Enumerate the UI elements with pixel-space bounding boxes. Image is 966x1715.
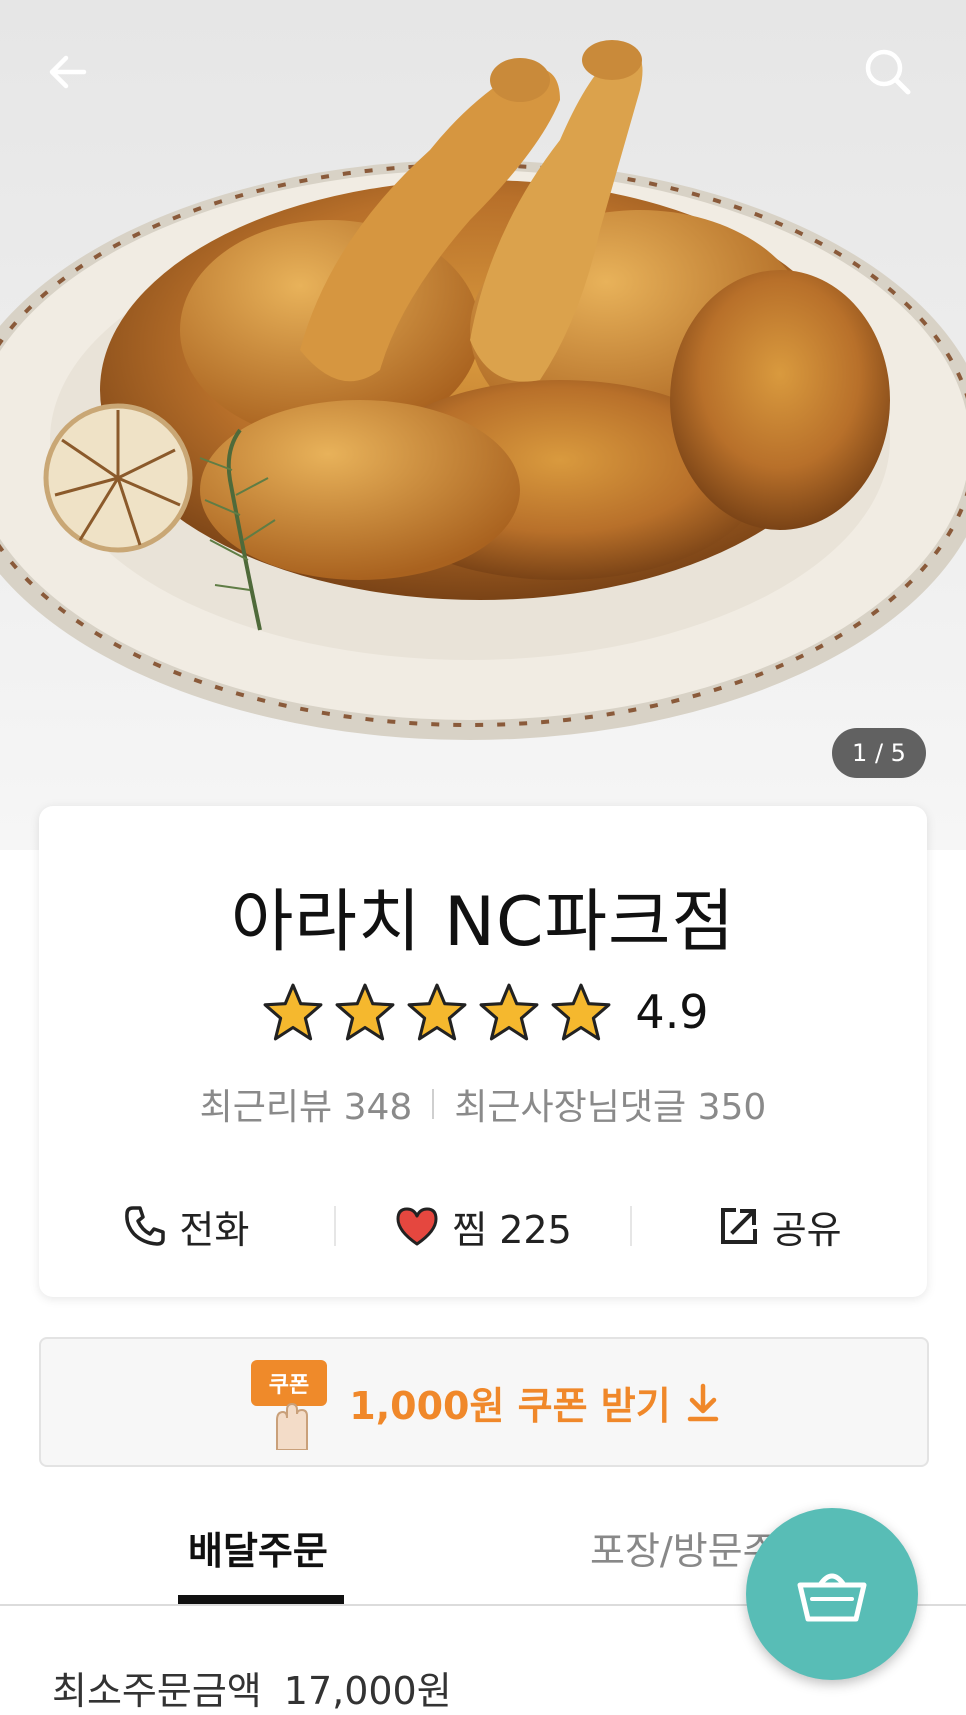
rating-row: 4.9 [39,982,927,1042]
like-label: 찜 225 [452,1207,572,1252]
min-order-amount: 17,000원 [283,1669,452,1713]
tab-delivery[interactable]: 배달주문 [188,1520,328,1575]
active-tab-indicator [178,1595,344,1604]
call-label: 전화 [179,1207,250,1252]
coupon-label: 1,000원 쿠폰 받기 [349,1383,671,1428]
action-row: 전화 찜 225 공유 [39,1186,927,1266]
recent-reviews-link[interactable]: 최근리뷰 348 [200,1078,413,1130]
star-icon [551,983,611,1041]
star-icon [407,983,467,1041]
phone-icon [125,1206,166,1246]
call-button[interactable]: 전화 [39,1199,334,1254]
review-stats: 최근리뷰 348 최근사장님댓글 350 [39,1078,927,1130]
store-info-card: 아라치 NC파크점 4.9 최근리뷰 348 최근사장님댓글 350 전화 찜 … [39,806,927,1297]
like-button[interactable]: 찜 225 [336,1199,631,1254]
search-icon [865,49,911,95]
divider [432,1089,435,1119]
owner-replies-link[interactable]: 최근사장님댓글 350 [454,1078,766,1130]
store-hero-image[interactable]: 1 / 5 [0,0,966,850]
share-label: 공유 [771,1207,842,1252]
share-button[interactable]: 공유 [632,1199,927,1254]
coupon-download-button[interactable]: 쿠폰 1,000원 쿠폰 받기 [39,1337,929,1467]
star-icon [263,983,323,1041]
heart-icon [396,1207,438,1246]
star-icon [335,983,395,1041]
cart-button[interactable] [746,1508,918,1680]
rating-value: 4.9 [635,985,709,1039]
star-icon [479,983,539,1041]
coupon-badge-text: 쿠폰 [269,1373,309,1398]
download-arrow-icon [687,1383,718,1422]
back-button[interactable] [32,36,104,108]
fried-chicken-photo [0,40,966,740]
arrow-left-icon [49,55,87,89]
share-icon [720,1208,757,1244]
search-button[interactable] [852,36,924,108]
basket-icon [797,1573,867,1622]
store-name: 아라치 NC파크점 [230,883,736,962]
min-order-label: 최소주문금액 [52,1669,262,1713]
image-counter: 1 / 5 [832,728,926,778]
coupon-sign-icon: 쿠폰 [251,1360,328,1450]
